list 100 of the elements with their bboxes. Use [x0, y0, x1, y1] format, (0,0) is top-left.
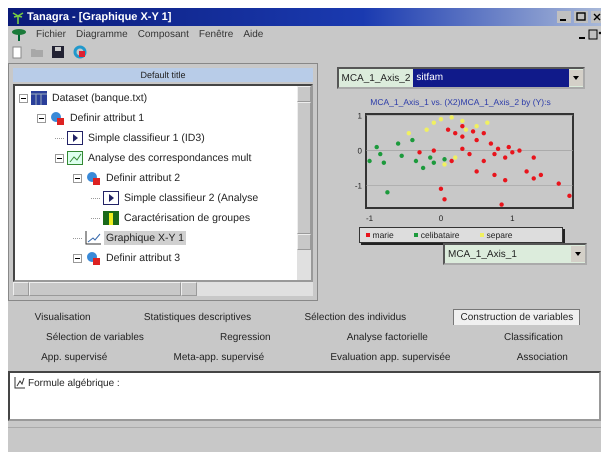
tree-item[interactable]: Definir attribut 2: [104, 171, 182, 185]
y-tick-label: 0: [358, 146, 362, 156]
expander-icon[interactable]: [37, 114, 46, 122]
menu-item[interactable]: Composant: [138, 29, 189, 40]
data-point: [453, 130, 458, 136]
bars-icon: [103, 211, 119, 225]
component-item[interactable]: Formule algébrique :: [28, 378, 120, 388]
tree-item[interactable]: Definir attribut 1: [68, 111, 146, 125]
data-point: [432, 148, 436, 153]
data-point: [482, 130, 486, 136]
data-point: [449, 115, 454, 120]
tree-item[interactable]: Caractérisation de groupes: [122, 211, 252, 225]
data-point: [492, 172, 497, 178]
expander-icon[interactable]: [73, 254, 82, 262]
chart-title: MCA_1_Axis_1 vs. (X2)MCA_1_Axis_2 by (Y):s: [370, 97, 551, 107]
data-point: [460, 146, 465, 152]
maximize-icon[interactable]: [574, 11, 588, 23]
expander-icon[interactable]: [55, 154, 64, 162]
data-point: [442, 197, 447, 202]
data-point: [538, 172, 544, 178]
close-icon[interactable]: [591, 11, 601, 23]
menu-item[interactable]: Aide: [243, 29, 264, 40]
data-point: [417, 150, 422, 154]
y-axis-dropdown[interactable]: MCA_1_Axis_2 sitfam: [336, 67, 584, 89]
x-tick-label: 0: [438, 214, 444, 223]
data-point: [467, 152, 472, 156]
formula-icon: [14, 377, 25, 389]
data-point: [503, 178, 508, 182]
component-tab[interactable]: Sélection des individus: [298, 310, 412, 324]
minimize-icon[interactable]: [557, 11, 571, 23]
data-point: [420, 166, 426, 170]
component-tab[interactable]: Analyse factorielle: [340, 330, 434, 344]
menu-item[interactable]: Fenêtre: [198, 29, 234, 40]
data-point: [485, 120, 490, 125]
data-point: [374, 144, 379, 150]
data-point: [460, 134, 465, 139]
data-point: [556, 181, 561, 186]
component-tab[interactable]: Meta-app. supervisé: [168, 350, 270, 364]
data-point: [378, 152, 382, 156]
component-tab[interactable]: Evaluation app. supervisée: [324, 350, 456, 364]
data-point: [474, 138, 479, 142]
classifier-icon: [103, 191, 119, 205]
data-point: [517, 148, 522, 153]
component-tab[interactable]: Visualisation: [28, 310, 97, 324]
dropdown-value: MCA_1_Axis_1: [447, 248, 518, 260]
legend-label: celibataire: [420, 230, 460, 240]
data-point: [524, 169, 529, 174]
vertical-scrollbar[interactable]: [297, 86, 311, 280]
y-tick-label: -1: [354, 181, 362, 190]
data-point: [488, 141, 494, 146]
component-tab[interactable]: App. supervisé: [35, 350, 114, 364]
expander-icon[interactable]: [73, 174, 82, 182]
data-point: [438, 186, 444, 192]
data-point: [503, 155, 508, 160]
menu-item[interactable]: Diagramme: [76, 29, 128, 40]
dropdown-value: MCA_1_Axis_2: [340, 72, 412, 84]
x-axis-dropdown[interactable]: MCA_1_Axis_1: [443, 243, 587, 265]
horizontal-scrollbar[interactable]: [13, 282, 313, 296]
window-title: Tanagra - [Graphique X-Y 1]: [27, 11, 172, 23]
data-point: [446, 127, 450, 132]
diagram-title: Default title: [13, 68, 313, 82]
tree-icon: [12, 28, 26, 41]
data-point: [482, 158, 486, 164]
component-tab[interactable]: Sélection de variables: [40, 330, 150, 344]
child-window-controls-icon[interactable]: [579, 28, 601, 40]
data-point: [382, 160, 386, 165]
tree-item[interactable]: Simple classifieur 2 (Analyse: [122, 191, 260, 205]
data-point: [396, 141, 400, 146]
y-tick-label: 1: [358, 112, 362, 121]
scatter-chart-icon: [67, 151, 83, 165]
component-tab[interactable]: Statistiques descriptives: [138, 310, 258, 324]
component-tab[interactable]: Regression: [214, 330, 277, 344]
tree-item[interactable]: Definir attribut 3: [104, 251, 182, 265]
classifier-icon: [67, 131, 83, 145]
data-point: [499, 202, 504, 207]
data-point: [474, 169, 479, 174]
expander-icon[interactable]: [19, 94, 28, 102]
component-tab[interactable]: Association: [510, 350, 574, 364]
tree-item[interactable]: Graphique X-Y 1: [104, 231, 186, 245]
tree-item[interactable]: Simple classifieur 1 (ID3): [86, 131, 207, 145]
palm-tree-icon: [12, 10, 24, 24]
data-point: [438, 117, 444, 122]
tree-item[interactable]: Analyse des correspondances mult: [86, 151, 254, 165]
component-tab[interactable]: Classification: [498, 330, 569, 344]
data-point: [532, 176, 536, 181]
data-point: [400, 154, 404, 158]
highlighted-option[interactable]: sitfam: [413, 69, 568, 87]
x-tick-label: -1: [366, 214, 374, 223]
save-icon[interactable]: [52, 46, 64, 58]
data-point: [406, 130, 412, 136]
component-tab[interactable]: Construction de variables: [453, 309, 580, 325]
data-point: [424, 127, 429, 132]
menu-item[interactable]: Fichier: [36, 29, 66, 40]
x-tick-label: 1: [510, 214, 515, 223]
data-point: [414, 158, 418, 164]
new-file-icon[interactable]: [12, 46, 22, 58]
data-point: [432, 120, 436, 125]
tree-item[interactable]: Dataset (banque.txt): [50, 91, 150, 105]
line-chart-icon: [85, 231, 101, 245]
data-point: [385, 190, 390, 195]
